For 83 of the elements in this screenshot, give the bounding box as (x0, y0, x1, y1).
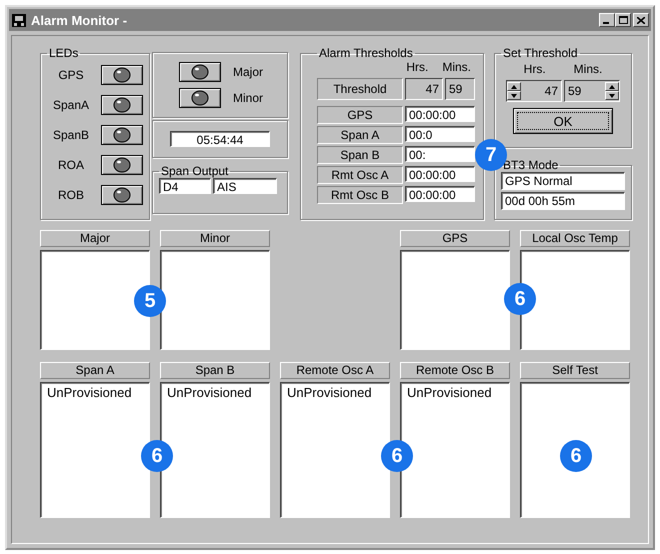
column-header: Hrs. (406, 60, 428, 76)
hours-value: 47 (405, 78, 443, 100)
led-label: ROA (56, 158, 85, 172)
spin-up-button[interactable] (507, 82, 521, 91)
minutes-value: 59 (445, 78, 475, 100)
led-button[interactable] (101, 185, 143, 205)
led-button[interactable] (179, 62, 221, 82)
hours-spinner[interactable]: 47 (506, 80, 562, 102)
close-button[interactable] (633, 13, 649, 27)
led-button[interactable] (179, 88, 221, 108)
mode-field: 00d 00h 55m (501, 192, 625, 210)
time-field: 00: (405, 146, 475, 162)
threshold-row-label: GPS (317, 106, 403, 124)
threshold-row-label: Span B (317, 146, 403, 164)
led-lamp-icon (112, 97, 132, 113)
alarm-list[interactable]: UnProvisioned (40, 382, 150, 518)
spin-down-button[interactable] (605, 91, 619, 100)
threshold-row-label: Rmt Osc A (317, 166, 403, 184)
list-header: Local Osc Temp (520, 230, 630, 247)
alarm-list[interactable] (160, 250, 270, 350)
time-field: 00:00:00 (405, 186, 475, 202)
minimize-button[interactable] (599, 13, 615, 27)
led-button[interactable] (101, 65, 143, 85)
led-lamp-icon (190, 90, 210, 106)
threshold-row-label: Rmt Osc B (317, 186, 403, 204)
group-title: Span Output (160, 164, 230, 178)
column-header: Hrs. (524, 62, 546, 78)
list-item[interactable]: UnProvisioned (47, 385, 143, 400)
led-lamp-icon (112, 67, 132, 83)
clock-field: 05:54:44 (170, 131, 270, 147)
close-icon (637, 16, 645, 24)
list-item[interactable]: UnProvisioned (407, 385, 503, 400)
led-label: Major (233, 65, 264, 79)
threshold-label: Threshold (317, 78, 403, 100)
list-header: Remote Osc A (280, 362, 390, 379)
maximize-icon (618, 16, 628, 24)
list-header: Span B (160, 362, 270, 379)
alarm-list[interactable] (520, 382, 630, 518)
led-label: Minor (233, 91, 264, 105)
led-label: SpanA (52, 98, 90, 112)
maximize-button[interactable] (615, 13, 631, 27)
up-arrow-icon (609, 84, 615, 88)
column-header: Mins. (442, 60, 471, 76)
list-header: Major (40, 230, 150, 247)
column-header: Mins. (574, 62, 602, 78)
list-header: Span A (40, 362, 150, 379)
led-label: GPS (57, 68, 85, 82)
led-label: ROB (56, 188, 85, 202)
led-lamp-icon (112, 127, 132, 143)
led-button[interactable] (101, 125, 143, 145)
output-field: D4 (159, 178, 211, 194)
output-field: AIS (213, 178, 277, 194)
spin-up-button[interactable] (605, 82, 619, 91)
group-title: Alarm Thresholds (318, 46, 414, 60)
alarm-list[interactable]: UnProvisioned (280, 382, 390, 518)
time-field: 00:0 (405, 126, 475, 142)
list-header: Minor (160, 230, 270, 247)
group-title: LEDs (48, 46, 80, 60)
list-header: Self Test (520, 362, 630, 379)
threshold-row-label: Span A (317, 126, 403, 144)
up-arrow-icon (511, 84, 517, 88)
down-arrow-icon (609, 94, 615, 98)
led-lamp-icon (190, 64, 210, 80)
app-icon (11, 12, 27, 28)
list-header: GPS (400, 230, 510, 247)
list-header: Remote Osc B (400, 362, 510, 379)
down-arrow-icon (511, 94, 517, 98)
time-field: 00:00:00 (405, 106, 475, 122)
led-button[interactable] (101, 95, 143, 115)
led-lamp-icon (112, 157, 132, 173)
mode-field: GPS Normal (501, 172, 625, 190)
list-item[interactable]: UnProvisioned (287, 385, 383, 400)
list-item[interactable]: UnProvisioned (167, 385, 263, 400)
led-button[interactable] (101, 155, 143, 175)
spin-down-button[interactable] (507, 91, 521, 100)
group-title: Set Threshold (502, 46, 578, 60)
ok-button[interactable]: OK (513, 108, 613, 134)
time-field: 00:00:00 (405, 166, 475, 182)
led-label: SpanB (52, 128, 90, 142)
window-title: Alarm Monitor - (31, 12, 128, 28)
minutes-spinner[interactable]: 59 (564, 80, 620, 102)
led-lamp-icon (112, 187, 132, 203)
alarm-list[interactable] (400, 250, 510, 350)
